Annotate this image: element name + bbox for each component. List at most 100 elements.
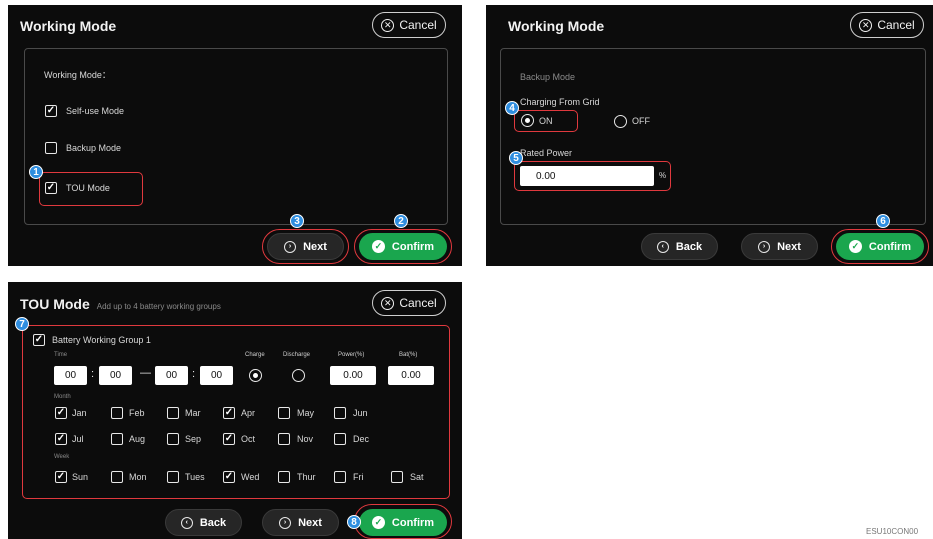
month-sep-checkbox[interactable]	[167, 433, 179, 445]
discharge-radio[interactable]	[292, 369, 305, 382]
weekday-mon-label: Mon	[129, 472, 147, 482]
tou-title: TOU Mode	[20, 296, 90, 312]
month-dec-label: Dec	[353, 434, 370, 444]
panel-title: Working Mode	[508, 18, 605, 34]
confirm-button[interactable]: ✓ Confirm	[359, 509, 447, 536]
next-button[interactable]: › Next	[267, 233, 344, 260]
end-minute-input[interactable]: 00	[200, 366, 233, 385]
month-feb-checkbox[interactable]	[111, 407, 123, 419]
weekday-fri-label: Fri	[353, 472, 364, 482]
backup-mode-checkbox[interactable]	[45, 142, 57, 154]
confirm-button[interactable]: ✓ Confirm	[359, 233, 447, 260]
discharge-label: Discharge	[283, 352, 311, 358]
weekday-thur-label: Thur	[297, 472, 316, 482]
charging-on-radio[interactable]	[521, 114, 534, 127]
month-mar-checkbox[interactable]	[167, 407, 179, 419]
weekday-fri-checkbox[interactable]	[334, 471, 346, 483]
figure-code: ESU10CON00	[866, 527, 919, 536]
month-label: Month	[54, 394, 71, 400]
weekday-sun-label: Sun	[72, 472, 89, 482]
next-label: Next	[303, 240, 327, 253]
step-badge-7: 7	[15, 317, 29, 331]
self-use-mode-checkbox[interactable]: ✓	[45, 105, 57, 117]
step-badge-6: 6	[876, 214, 890, 228]
working-mode-panel: Working Mode ✕ Cancel Working Mode： ✓ Se…	[8, 5, 462, 266]
month-jun-checkbox[interactable]	[334, 407, 346, 419]
weekday-thur-checkbox[interactable]	[278, 471, 290, 483]
step-badge-5: 5	[509, 151, 523, 165]
confirm-label: Confirm	[391, 516, 435, 529]
month-aug-checkbox[interactable]	[111, 433, 123, 445]
step-badge-3: 3	[290, 214, 304, 228]
step-badge-4: 4	[505, 101, 519, 115]
check-circle-icon: ✓	[371, 240, 385, 253]
month-dec-checkbox[interactable]	[334, 433, 346, 445]
weekday-sun-checkbox[interactable]: ✓	[55, 471, 67, 483]
back-button[interactable]: ‹ Back	[165, 509, 242, 536]
backup-mode-label: Backup Mode	[66, 143, 122, 153]
tou-mode-checkbox[interactable]: ✓	[45, 182, 57, 194]
step-badge-1: 1	[29, 165, 43, 179]
next-label: Next	[298, 516, 322, 529]
backup-mode-panel: Working Mode ✕ Cancel Backup Mode Chargi…	[486, 5, 933, 266]
month-nov-checkbox[interactable]	[278, 433, 290, 445]
time-colon: :	[91, 368, 95, 380]
month-aug-label: Aug	[129, 434, 146, 444]
weekday-sat-checkbox[interactable]	[391, 471, 403, 483]
weekday-mon-checkbox[interactable]	[111, 471, 123, 483]
month-may-label: May	[297, 408, 315, 418]
month-feb-label: Feb	[129, 408, 145, 418]
tou-mode-label: TOU Mode	[66, 183, 110, 193]
cancel-label: Cancel	[399, 296, 437, 310]
month-jan-checkbox[interactable]: ✓	[55, 407, 67, 419]
weekday-tues-checkbox[interactable]	[167, 471, 179, 483]
charging-off-radio[interactable]	[614, 115, 627, 128]
start-minute-input[interactable]: 00	[99, 366, 132, 385]
week-label: Week	[54, 454, 70, 460]
charge-label: Charge	[245, 352, 265, 358]
month-apr-label: Apr	[241, 408, 256, 418]
month-oct-checkbox[interactable]: ✓	[223, 433, 235, 445]
cancel-button[interactable]: ✕ Cancel	[850, 12, 924, 38]
time-colon: :	[192, 368, 196, 380]
month-jul-checkbox[interactable]: ✓	[55, 433, 67, 445]
time-label: Time	[54, 352, 68, 358]
cancel-button[interactable]: ✕ Cancel	[372, 290, 446, 316]
charge-radio[interactable]	[249, 369, 262, 382]
power-label: Power(%)	[338, 352, 365, 358]
next-button[interactable]: › Next	[262, 509, 339, 536]
on-label: ON	[539, 116, 553, 126]
month-nov-label: Nov	[297, 434, 314, 444]
panel-title: Working Mode	[20, 18, 117, 34]
backup-mode-label: Backup Mode	[520, 72, 576, 82]
confirm-label: Confirm	[868, 240, 912, 253]
check-circle-icon: ✓	[371, 516, 385, 529]
check-circle-icon: ✓	[848, 240, 862, 253]
back-button[interactable]: ‹ Back	[641, 233, 718, 260]
close-circle-icon: ✕	[381, 296, 395, 310]
bat-label: Bat(%)	[399, 352, 418, 358]
battery-group-checkbox[interactable]: ✓	[33, 334, 45, 346]
bat-input[interactable]: 0.00	[388, 366, 434, 385]
next-button[interactable]: › Next	[741, 233, 818, 260]
start-hour-input[interactable]: 00	[54, 366, 87, 385]
end-hour-input[interactable]: 00	[155, 366, 188, 385]
power-input[interactable]: 0.00	[330, 366, 376, 385]
close-circle-icon: ✕	[381, 18, 395, 32]
weekday-tues-label: Tues	[185, 472, 205, 482]
month-apr-checkbox[interactable]: ✓	[223, 407, 235, 419]
confirm-button[interactable]: ✓ Confirm	[836, 233, 924, 260]
rated-power-label: Rated Power	[520, 148, 573, 158]
weekday-wed-checkbox[interactable]: ✓	[223, 471, 235, 483]
month-jul-label: Jul	[72, 434, 84, 444]
percent-unit-label: %	[659, 171, 667, 180]
month-oct-label: Oct	[241, 434, 256, 444]
cancel-button[interactable]: ✕ Cancel	[372, 12, 446, 38]
tou-subtitle: Add up to 4 battery working groups	[96, 302, 221, 311]
time-range-dash: —	[140, 367, 151, 379]
weekday-wed-label: Wed	[241, 472, 260, 482]
self-use-mode-label: Self-use Mode	[66, 106, 125, 116]
month-may-checkbox[interactable]	[278, 407, 290, 419]
next-label: Next	[777, 240, 801, 253]
rated-power-input[interactable]: 0.00	[520, 166, 654, 186]
